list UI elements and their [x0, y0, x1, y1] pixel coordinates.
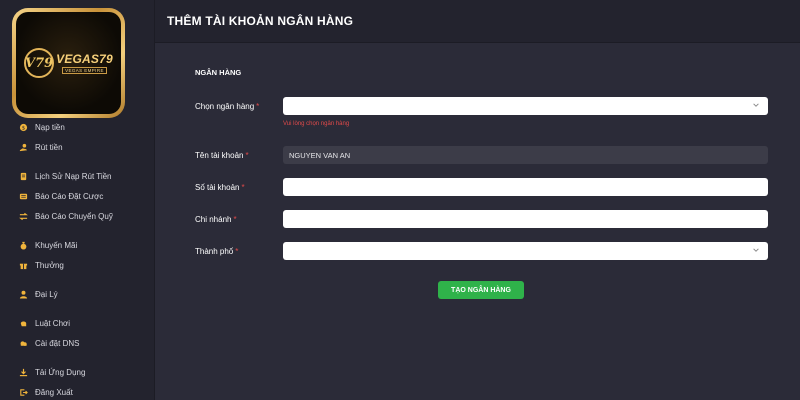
sidebar-item-logout[interactable]: Đăng Xuất: [0, 382, 155, 400]
account-number-row: Số tài khoản *: [195, 178, 770, 196]
bank-row: Chọn ngân hàng *: [195, 97, 770, 115]
sidebar-item-bet-report[interactable]: Báo Cáo Đặt Cược: [0, 186, 155, 206]
page-header: THÊM TÀI KHOẢN NGÂN HÀNG: [155, 0, 800, 43]
svg-text:$: $: [21, 125, 24, 131]
branch-label: Chi nhánh *: [195, 215, 283, 224]
document-icon: [18, 171, 28, 181]
sidebar-item-label: Cài đặt DNS: [35, 338, 80, 348]
sidebar-item-download-app[interactable]: Tải Ứng Dụng: [0, 362, 155, 382]
sidebar-item-agent[interactable]: Đại Lý: [0, 284, 155, 304]
logo-brand: VEGAS79: [56, 52, 113, 66]
coin-icon: $: [18, 122, 28, 132]
section-title: NGÂN HÀNG: [195, 68, 242, 77]
money-bag-icon: [18, 240, 28, 250]
chevron-down-icon: [752, 246, 760, 256]
branch-label-text: Chi nhánh: [195, 214, 232, 224]
list-icon: [18, 191, 28, 201]
bank-error-message: Vui lòng chọn ngân hàng: [283, 121, 350, 127]
user-icon: [18, 289, 28, 299]
sidebar-item-rewards[interactable]: Thưởng: [0, 255, 155, 275]
account-name-row: Tên tài khoản * NGUYEN VAN AN: [195, 146, 770, 164]
branch-input[interactable]: [283, 210, 768, 228]
sidebar-item-transaction-history[interactable]: Lịch Sử Nạp Rút Tiền: [0, 166, 155, 186]
account-name-value: NGUYEN VAN AN: [289, 150, 351, 160]
page-title: THÊM TÀI KHOẢN NGÂN HÀNG: [167, 14, 354, 28]
account-number-label-text: Số tài khoản: [195, 182, 240, 192]
sidebar-item-label: Đại Lý: [35, 289, 58, 299]
sidebar-item-withdraw[interactable]: Rút tiền: [0, 137, 155, 157]
sidebar-item-label: Thưởng: [35, 260, 64, 270]
sidebar-item-label: Tải Ứng Dụng: [35, 367, 86, 377]
gift-icon: [18, 260, 28, 270]
logo-emblem: V79: [24, 48, 55, 78]
bank-select[interactable]: [283, 97, 768, 115]
sidebar-item-label: Khuyến Mãi: [35, 240, 78, 250]
account-number-label: Số tài khoản *: [195, 183, 283, 192]
hand-icon: [18, 318, 28, 328]
city-select[interactable]: [283, 242, 768, 260]
city-label-text: Thành phố: [195, 246, 234, 256]
hand-coin-icon: [18, 142, 28, 152]
required-mark: *: [235, 246, 239, 256]
sidebar-item-label: Báo Cáo Đặt Cược: [35, 191, 104, 201]
required-mark: *: [245, 150, 249, 160]
account-name-label: Tên tài khoản *: [195, 151, 283, 160]
bank-label-text: Chọn ngân hàng: [195, 101, 255, 111]
logo-tagline: VEGAS EMPIRE: [62, 67, 107, 74]
sidebar-item-deposit[interactable]: $ Nạp tiền: [0, 117, 155, 137]
cloud-icon: [18, 338, 28, 348]
sidebar-item-label: Báo Cáo Chuyển Quỹ: [35, 211, 113, 221]
account-name-field: NGUYEN VAN AN: [283, 146, 768, 164]
sidebar-item-label: Luật Chơi: [35, 318, 71, 328]
logo[interactable]: V79 VEGAS79 VEGAS EMPIRE: [12, 8, 125, 118]
required-mark: *: [233, 214, 237, 224]
transfer-icon: [18, 211, 28, 221]
sidebar: V79 VEGAS79 VEGAS EMPIRE $ Nạp tiền Rút …: [0, 0, 155, 400]
required-mark: *: [241, 182, 245, 192]
sidebar-item-transfer-report[interactable]: Báo Cáo Chuyển Quỹ: [0, 206, 155, 226]
sidebar-item-label: Đăng Xuất: [35, 387, 73, 397]
chevron-down-icon: [752, 101, 760, 111]
sidebar-item-label: Rút tiền: [35, 142, 63, 152]
sidebar-item-game-rules[interactable]: Luật Chơi: [0, 313, 155, 333]
city-row: Thành phố *: [195, 242, 770, 260]
download-icon: [18, 367, 28, 377]
logout-icon: [18, 387, 28, 397]
account-name-label-text: Tên tài khoản: [195, 150, 244, 160]
account-number-input[interactable]: [283, 178, 768, 196]
sidebar-item-label: Lịch Sử Nạp Rút Tiền: [35, 171, 112, 181]
sidebar-menu: $ Nạp tiền Rút tiền Lịch Sử Nạp Rút Tiền…: [0, 117, 155, 400]
branch-row: Chi nhánh *: [195, 210, 770, 228]
required-mark: *: [256, 101, 260, 111]
logo-badge: V79 VEGAS79 VEGAS EMPIRE: [16, 12, 121, 114]
logo-text: VEGAS79 VEGAS EMPIRE: [56, 52, 113, 74]
bank-label: Chọn ngân hàng *: [195, 102, 283, 111]
bank-account-form: NGÂN HÀNG Chọn ngân hàng * Vui lòng chọn …: [155, 43, 800, 400]
create-bank-button[interactable]: TẠO NGÂN HÀNG: [438, 281, 524, 299]
sidebar-item-label: Nạp tiền: [35, 122, 65, 132]
sidebar-item-dns-settings[interactable]: Cài đặt DNS: [0, 333, 155, 353]
city-label: Thành phố *: [195, 247, 283, 256]
sidebar-item-promotions[interactable]: Khuyến Mãi: [0, 235, 155, 255]
